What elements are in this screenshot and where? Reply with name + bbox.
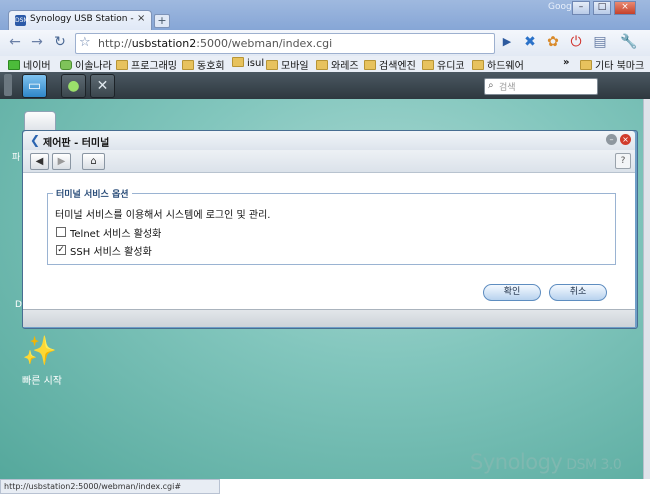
folder-icon bbox=[364, 60, 376, 70]
ssh-checkbox[interactable]: ✓ bbox=[56, 245, 66, 255]
control-panel-taskbar-button[interactable]: ✕ bbox=[90, 74, 115, 98]
folder-icon bbox=[472, 60, 484, 70]
taskbar-handle bbox=[4, 74, 12, 96]
synology-dsm-logo: Synology DSM 3.0 bbox=[470, 450, 622, 474]
nav-back-button[interactable]: ◀ bbox=[30, 153, 49, 170]
desktop-icon-label: 파 bbox=[12, 153, 21, 163]
folder-icon bbox=[422, 60, 434, 70]
status-bar-url: http://usbstation2:5000/webman/index.cgi… bbox=[0, 479, 220, 494]
browser-tab[interactable]: DSM Synology USB Station - US... × bbox=[8, 10, 152, 31]
help-button[interactable]: ? bbox=[615, 153, 631, 169]
go-icon[interactable]: ▶ bbox=[499, 34, 515, 50]
extension-x-icon[interactable]: ✖ bbox=[522, 34, 538, 50]
address-bar[interactable]: ☆ http://usbstation2:5000/webman/index.c… bbox=[75, 33, 495, 54]
folder-icon bbox=[580, 60, 592, 70]
cancel-button[interactable]: 취소 bbox=[549, 284, 607, 301]
telnet-checkbox[interactable] bbox=[56, 227, 66, 237]
show-desktop-button[interactable]: ▭ bbox=[22, 74, 47, 98]
folder-icon bbox=[232, 57, 244, 67]
dsm-favicon-icon: DSM bbox=[15, 15, 29, 26]
bookmark-folder[interactable]: 와레즈 bbox=[316, 57, 359, 72]
ok-button[interactable]: 확인 bbox=[483, 284, 541, 301]
new-tab-button[interactable]: + bbox=[154, 14, 170, 28]
bookmark-folder[interactable]: 모바일 bbox=[266, 57, 309, 72]
quick-start-label: 빠른 시작 bbox=[22, 376, 62, 387]
fieldset-legend: 터미널 서비스 옵션 bbox=[53, 187, 132, 200]
back-arrow-icon[interactable]: ← bbox=[7, 34, 23, 50]
bookmark-folder[interactable]: 동호회 bbox=[182, 57, 225, 72]
wrench-menu-icon[interactable]: 🔧 bbox=[620, 34, 637, 50]
forward-arrow-icon[interactable]: → bbox=[29, 34, 45, 50]
url-text[interactable]: http://usbstation2:5000/webman/index.cgi bbox=[98, 37, 332, 50]
extension-fruit-icon[interactable]: ✿ bbox=[545, 34, 561, 50]
window-close-button[interactable]: × bbox=[614, 1, 636, 15]
dialog-title: 제어판 - 터미널 bbox=[43, 138, 110, 149]
dialog-titlebar[interactable]: ❮ 제어판 - 터미널 – × bbox=[23, 131, 635, 150]
control-panel-logo-icon: ❮ bbox=[30, 133, 41, 147]
nav-forward-button[interactable]: ▶ bbox=[52, 153, 71, 170]
home-icon: ⌂ bbox=[90, 156, 97, 167]
apps-icon: ● bbox=[67, 78, 80, 94]
tools-icon: ✕ bbox=[96, 78, 109, 94]
reload-icon[interactable]: ↻ bbox=[52, 34, 68, 50]
forward-arrow-icon: ▶ bbox=[57, 156, 66, 167]
desktop-icon-label: D bbox=[15, 300, 22, 310]
bookmark-folder[interactable]: 유디코 bbox=[422, 57, 465, 72]
folder-icon bbox=[182, 60, 194, 70]
bookmark-item[interactable]: 네이버 bbox=[8, 57, 51, 72]
dsm-search-input[interactable]: ⌕ 검색 bbox=[484, 78, 598, 95]
bookmark-star-icon[interactable]: ☆ bbox=[79, 35, 91, 50]
folder-icon bbox=[266, 60, 278, 70]
tab-title: Synology USB Station - US... bbox=[30, 14, 134, 24]
minimize-button[interactable]: – bbox=[572, 1, 590, 15]
folder-icon bbox=[316, 60, 328, 70]
ssh-label[interactable]: SSH 서비스 활성화 bbox=[70, 243, 152, 258]
bookmark-folder[interactable]: 하드웨어 bbox=[472, 57, 524, 72]
site-icon bbox=[60, 60, 72, 70]
telnet-label[interactable]: Telnet 서비스 활성화 bbox=[70, 225, 161, 240]
search-icon: ⌕ bbox=[488, 80, 494, 91]
bookmark-item[interactable]: 이솔나라 bbox=[60, 57, 112, 72]
folder-icon bbox=[116, 60, 128, 70]
dialog-close-icon[interactable]: × bbox=[620, 134, 631, 145]
terminal-description: 터미널 서비스를 이용해서 시스템에 로그인 및 관리. bbox=[55, 210, 271, 221]
tab-close-icon[interactable]: × bbox=[137, 13, 145, 24]
other-bookmarks[interactable]: 기타 북마크 bbox=[580, 57, 644, 72]
bookmarks-overflow-chevron-icon[interactable]: » bbox=[563, 57, 569, 71]
bookmark-folder[interactable]: isul bbox=[232, 57, 264, 71]
page-menu-icon[interactable]: ▤ bbox=[592, 34, 608, 50]
maximize-button[interactable]: □ bbox=[593, 1, 611, 15]
dialog-minimize-icon[interactable]: – bbox=[606, 134, 617, 145]
desktop-icon: ▭ bbox=[27, 78, 42, 94]
extension-power-icon[interactable]: ⏻ bbox=[568, 34, 584, 50]
magic-wand-icon[interactable]: ✨ bbox=[22, 335, 57, 367]
main-menu-button[interactable]: ● bbox=[61, 74, 86, 98]
page-scrollbar[interactable] bbox=[643, 99, 650, 479]
nav-home-button[interactable]: ⌂ bbox=[82, 153, 105, 170]
search-placeholder: 검색 bbox=[499, 83, 516, 93]
bookmark-folder[interactable]: 검색엔진 bbox=[364, 57, 416, 72]
back-arrow-icon: ◀ bbox=[35, 156, 44, 167]
naver-icon bbox=[8, 60, 20, 70]
dialog-footer bbox=[23, 309, 635, 327]
dialog-navbar bbox=[23, 150, 635, 173]
bookmark-folder[interactable]: 프로그래밍 bbox=[116, 57, 177, 72]
